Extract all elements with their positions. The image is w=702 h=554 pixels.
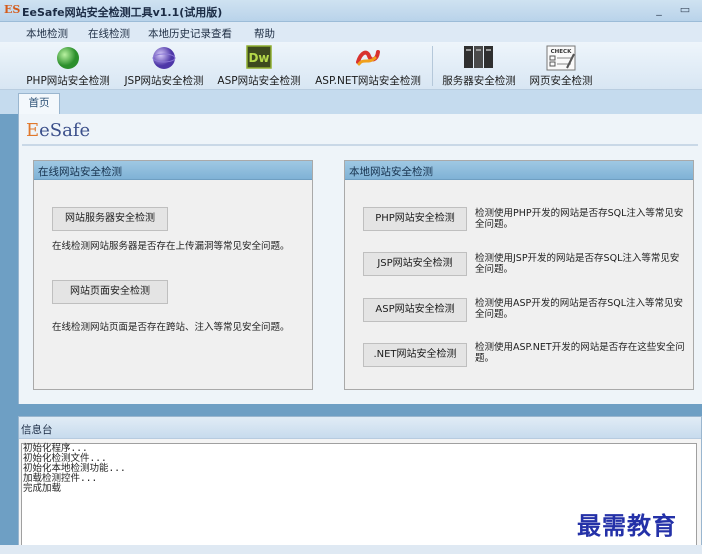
local-panel-title: 本地网站安全检测: [345, 161, 693, 180]
toolbar-jsp-label: JSP网站安全检测: [124, 75, 204, 87]
menu-online-check[interactable]: 在线检测: [88, 26, 130, 41]
local-jsp-check-button[interactable]: JSP网站安全检测: [363, 252, 467, 276]
local-aspnet-check-button[interactable]: .NET网站安全检测: [363, 343, 467, 367]
toolbar-php-label: PHP网站安全检测: [26, 75, 110, 87]
info-separator: [0, 404, 702, 416]
window-title: EeSafe网站安全检测工具v1.1(试用版): [22, 6, 223, 19]
menu-local-history[interactable]: 本地历史记录查看: [148, 26, 232, 41]
toolbar-asp-label: ASP网站安全检测: [217, 75, 301, 87]
log-line: 完成加载: [23, 483, 62, 494]
local-php-check-button[interactable]: PHP网站安全检测: [363, 207, 467, 231]
tab-home[interactable]: 首页: [18, 93, 60, 114]
toolbar-aspnet-label: ASP.NET网站安全检测: [315, 75, 421, 87]
toolbar: PHP网站安全检测 JSP网站安全检测 Dw ASP网站安全检测 ASP.NET…: [0, 42, 702, 90]
local-asp-check-desc: 检测使用ASP开发的网站是否存SQL注入等常见安全问题。: [475, 298, 684, 320]
brand-logo: EeSafe: [26, 120, 91, 141]
app-logo-icon: ES: [4, 3, 21, 16]
log-line: 加载检测控件...: [23, 473, 98, 484]
toolbar-webpage-button[interactable]: CHECK 网页安全检测: [524, 42, 598, 90]
title-bar: ES EeSafe网站安全检测工具v1.1(试用版) _ ▭: [0, 0, 702, 22]
toolbar-separator: [432, 46, 433, 86]
local-jsp-check-desc: 检测使用JSP开发的网站是否存SQL注入等常见安全问题。: [475, 253, 680, 275]
toolbar-php-button[interactable]: PHP网站安全检测: [22, 42, 114, 90]
menu-help[interactable]: 帮助: [254, 26, 275, 41]
page-check-desc: 在线检测网站页面是否存在跨站、注入等常见安全问题。: [52, 322, 290, 333]
dreamweaver-icon: Dw: [246, 45, 272, 69]
log-line: 初始化程序...: [23, 443, 88, 454]
watermark: 最需教育: [577, 511, 677, 540]
tab-strip: 首页: [0, 90, 702, 114]
info-console-title: 信息台: [19, 417, 701, 439]
toolbar-asp-button[interactable]: Dw ASP网站安全检测: [212, 42, 306, 90]
local-asp-check-button[interactable]: ASP网站安全检测: [363, 298, 467, 322]
webpage-check-icon: CHECK: [546, 45, 576, 71]
toolbar-webpage-label: 网页安全检测: [529, 75, 593, 87]
server-check-button[interactable]: 网站服务器安全检测: [52, 207, 168, 231]
toolbar-aspnet-button[interactable]: ASP.NET网站安全检测: [310, 42, 426, 90]
status-strip: [0, 545, 702, 554]
local-aspnet-check-desc: 检测使用ASP.NET开发的网站是否存在这些安全问题。: [475, 342, 685, 364]
local-php-check-desc: 检测使用PHP开发的网站是否存SQL注入等常见安全问题。: [475, 208, 684, 230]
toolbar-server-label: 服务器安全检测: [442, 75, 516, 87]
minimize-button[interactable]: _: [650, 2, 668, 18]
online-check-panel: 在线网站安全检测 网站服务器安全检测 在线检测网站服务器是否存在上传漏洞等常见安…: [33, 160, 313, 390]
brand-divider: [22, 144, 698, 146]
page-check-button[interactable]: 网站页面安全检测: [52, 280, 168, 304]
server-icon: [464, 46, 493, 68]
local-check-panel: 本地网站安全检测 PHP网站安全检测 检测使用PHP开发的网站是否存SQL注入等…: [344, 160, 694, 390]
menu-local-check[interactable]: 本地检测: [26, 26, 68, 41]
online-panel-title: 在线网站安全检测: [34, 161, 312, 180]
toolbar-server-button[interactable]: 服务器安全检测: [438, 42, 520, 90]
toolbar-jsp-button[interactable]: JSP网站安全检测: [118, 42, 210, 90]
php-globe-icon: [57, 47, 79, 69]
aspnet-icon: [356, 50, 380, 66]
maximize-button[interactable]: ▭: [676, 2, 694, 18]
jsp-globe-icon: [152, 47, 176, 69]
svg-text:Dw: Dw: [248, 51, 269, 65]
svg-text:CHECK: CHECK: [551, 49, 572, 55]
menu-bar: 本地检测 在线检测 本地历史记录查看 帮助: [0, 22, 702, 42]
log-line: 初始化本地检测功能...: [23, 463, 126, 474]
server-check-desc: 在线检测网站服务器是否存在上传漏洞等常见安全问题。: [52, 241, 290, 252]
